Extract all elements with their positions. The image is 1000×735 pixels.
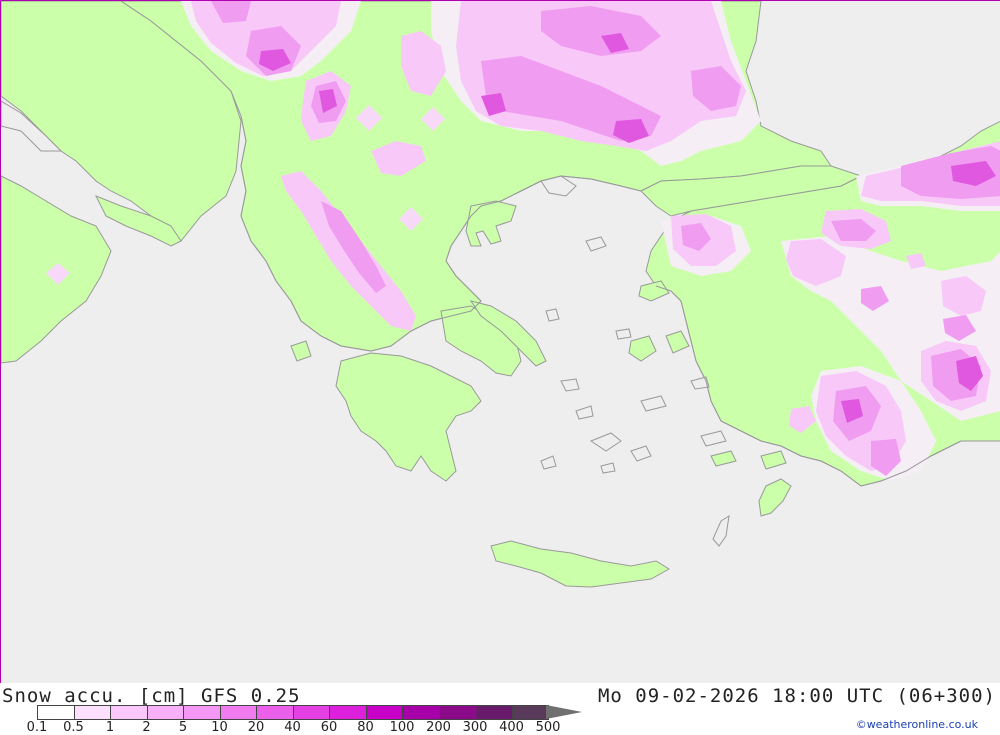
color-legend [37, 705, 549, 720]
legend-swatch [256, 705, 293, 720]
forecast-time: Mo 09-02-2026 18:00 UTC (06+300) [597, 685, 996, 707]
legend-arrow-icon [546, 705, 582, 719]
legend-labels: 0.1 0.5 1 2 5 10 20 40 60 80 100 200 300 400 500 [0, 720, 600, 735]
legend-swatch [402, 705, 439, 720]
map-footer: Snow accu. [cm] GFS 0.25 Mo 09-02-2026 1… [0, 683, 1000, 735]
legend-swatch [511, 705, 549, 720]
legend-swatch [183, 705, 220, 720]
legend-swatch [37, 705, 74, 720]
legend-swatch [219, 705, 256, 720]
legend-swatch [110, 705, 147, 720]
map-canvas [1, 1, 1000, 683]
map-title: Snow accu. [cm] GFS 0.25 [2, 685, 301, 707]
weather-map [0, 0, 1000, 683]
legend-swatch [146, 705, 183, 720]
legend-swatch [365, 705, 402, 720]
legend-swatch [73, 705, 110, 720]
legend-swatch [329, 705, 366, 720]
legend-swatch [438, 705, 475, 720]
credit-link[interactable]: ©weatheronline.co.uk [856, 718, 978, 731]
legend-swatch [292, 705, 329, 720]
legend-swatch [475, 705, 512, 720]
